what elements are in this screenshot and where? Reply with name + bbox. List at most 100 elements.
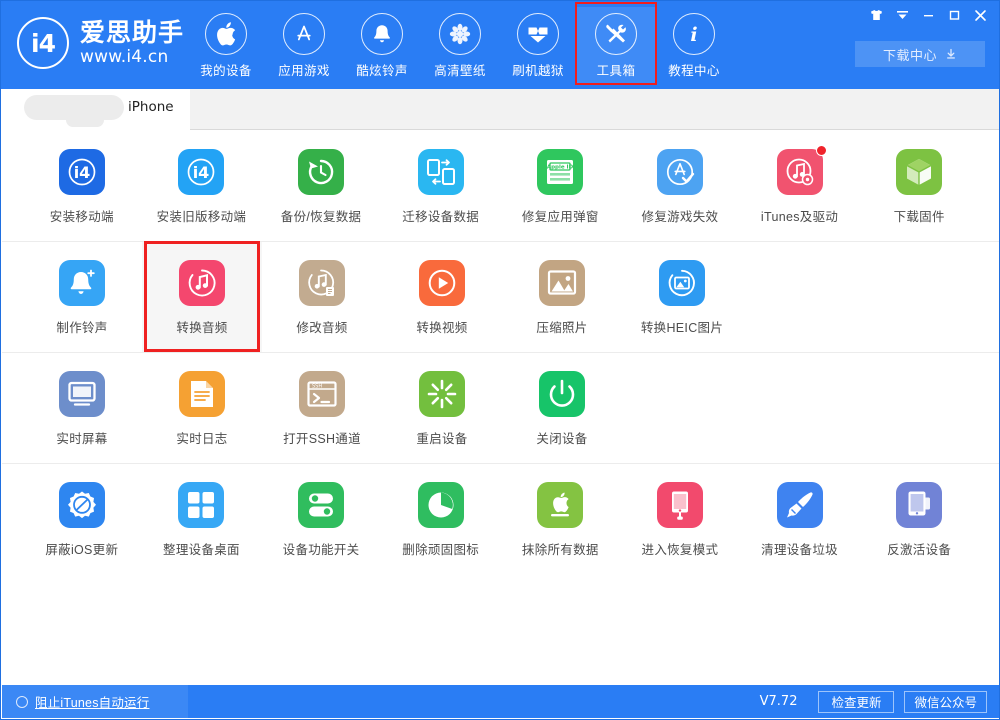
nav-item-info[interactable]: i教程中心 [655, 7, 733, 83]
info-icon: i [673, 13, 715, 55]
tool-clean-junk[interactable]: 清理设备垃圾 [740, 464, 860, 574]
tool-arrange-desktop[interactable]: 整理设备桌面 [142, 464, 262, 574]
tool-deactivate-device[interactable]: 反激活设备 [859, 464, 979, 574]
tool-ssh-terminal[interactable]: SSH打开SSH通道 [262, 353, 382, 463]
tool-i4-app[interactable]: i4安装移动端 [22, 131, 142, 241]
tool-firmware-box[interactable]: 下载固件 [859, 131, 979, 241]
tool-label: 整理设备桌面 [163, 539, 240, 558]
tool-make-ringtone[interactable]: 制作铃声 [22, 242, 142, 352]
tool-live-screen[interactable]: 实时屏幕 [22, 353, 142, 463]
apple-icon [205, 13, 247, 55]
i4-assistant-window: i4 爱思助手 www.i4.cn 我的设备 应用游戏 酷炫铃声高清壁纸刷机越狱 工具… [0, 0, 1000, 720]
tool-label: 安装旧版移动端 [157, 206, 247, 225]
tool-convert-heic[interactable]: 转换HEIC图片 [622, 242, 742, 352]
tool-label: 压缩照片 [536, 317, 587, 336]
tool-delete-icon[interactable]: 删除顽固图标 [381, 464, 501, 574]
tool-appstore-fix[interactable]: 修复游戏失效 [620, 131, 740, 241]
tool-erase-all-data[interactable]: 抹除所有数据 [501, 464, 621, 574]
block-itunes-toggle[interactable]: 阻止iTunes自动运行 [2, 685, 188, 718]
window-controls [863, 4, 993, 26]
status-bar-right: V7.72 检查更新 微信公众号 [760, 691, 999, 713]
nav-item-label: 我的设备 [200, 60, 252, 79]
tool-row: 制作铃声转换音频 修改音频转换视频压缩照片 转换HEIC图片 [2, 242, 999, 353]
nav-item-tools[interactable]: 工具箱 [577, 7, 655, 83]
tool-label: 备份/恢复数据 [281, 206, 362, 225]
tool-migrate-device[interactable]: 迁移设备数据 [381, 131, 501, 241]
nav-item-box-open[interactable]: 刷机越狱 [499, 7, 577, 83]
tool-label: 修复游戏失效 [642, 206, 719, 225]
tool-convert-audio[interactable]: 转换音频 [142, 242, 262, 352]
download-center-button[interactable]: 下载中心 [855, 41, 985, 67]
app-title: 爱思助手 [80, 21, 184, 46]
app-header: i4 爱思助手 www.i4.cn 我的设备 应用游戏 酷炫铃声高清壁纸刷机越狱 工具… [1, 1, 999, 89]
tool-block-ios-update[interactable]: 屏蔽iOS更新 [22, 464, 142, 574]
svg-text:SSH: SSH [312, 384, 322, 390]
i4-app-old-icon: i4 [178, 149, 224, 195]
feature-toggle-icon [298, 482, 344, 528]
box-open-icon [517, 13, 559, 55]
appstore-icon [283, 13, 325, 55]
tool-row: 实时屏幕 实时日志SSH打开SSH通道重启设备关闭设备 [2, 353, 999, 464]
svg-text:i: i [690, 24, 697, 46]
tool-label: 修复应用弹窗 [522, 206, 599, 225]
notification-badge [816, 145, 827, 156]
app-logo: i4 爱思助手 www.i4.cn [17, 17, 184, 69]
tool-edit-audio[interactable]: 修改音频 [262, 242, 382, 352]
tool-label: 安装移动端 [50, 206, 114, 225]
tool-reboot-device[interactable]: 重启设备 [382, 353, 502, 463]
nav-item-label: 应用游戏 [278, 60, 330, 79]
nav-item-appstore[interactable]: 应用游戏 [265, 7, 343, 83]
tool-label: 迁移设备数据 [402, 206, 479, 225]
tool-apple-id-card[interactable]: Apple ID修复应用弹窗 [501, 131, 621, 241]
maximize-icon[interactable] [941, 4, 967, 26]
make-ringtone-icon [59, 260, 105, 306]
skin-icon[interactable] [863, 4, 889, 26]
recovery-mode-icon [657, 482, 703, 528]
nav-item-label: 工具箱 [597, 60, 636, 79]
wechat-button[interactable]: 微信公众号 [904, 691, 987, 713]
bell-icon [361, 13, 403, 55]
app-url: www.i4.cn [80, 49, 184, 66]
tool-label: 设备功能开关 [283, 539, 360, 558]
check-update-button[interactable]: 检查更新 [818, 691, 894, 713]
power-off-icon [539, 371, 585, 417]
tool-label: 转换音频 [176, 317, 227, 336]
tool-label: 清理设备垃圾 [761, 539, 838, 558]
tool-power-off[interactable]: 关闭设备 [502, 353, 622, 463]
tool-itunes-driver[interactable]: iTunes及驱动 [740, 131, 860, 241]
ssh-terminal-icon: SSH [299, 371, 345, 417]
tool-backup-restore[interactable]: 备份/恢复数据 [261, 131, 381, 241]
nav-item-flower[interactable]: 高清壁纸 [421, 7, 499, 83]
version-label: V7.72 [760, 694, 798, 709]
tool-label: 实时屏幕 [56, 428, 107, 447]
tool-label: 转换HEIC图片 [641, 317, 723, 336]
minimize-icon[interactable] [915, 4, 941, 26]
chevron-down-icon[interactable] [889, 4, 915, 26]
nav-item-label: 刷机越狱 [512, 60, 564, 79]
toolbox-content: i4安装移动端 i4 安装旧版移动端 备份/恢复数据 迁移设备数据 Apple ID修复应… [2, 131, 999, 685]
nav-item-label: 酷炫铃声 [356, 60, 408, 79]
tool-i4-app-old[interactable]: i4 安装旧版移动端 [142, 131, 262, 241]
tool-recovery-mode[interactable]: 进入恢复模式 [620, 464, 740, 574]
device-name-redacted [24, 95, 124, 120]
radio-icon[interactable] [16, 696, 28, 708]
convert-heic-icon [659, 260, 705, 306]
nav-item-bell[interactable]: 酷炫铃声 [343, 7, 421, 83]
clean-junk-icon [777, 482, 823, 528]
tab-iphone[interactable]: iPhone [2, 89, 190, 131]
svg-text:i4: i4 [193, 163, 210, 182]
main-nav: 我的设备 应用游戏 酷炫铃声高清壁纸刷机越狱 工具箱 i教程中心 [187, 7, 733, 83]
device-tabstrip: iPhone [2, 89, 999, 131]
tool-live-log[interactable]: 实时日志 [142, 353, 262, 463]
tool-feature-toggle[interactable]: 设备功能开关 [261, 464, 381, 574]
tool-convert-video[interactable]: 转换视频 [382, 242, 502, 352]
download-arrow-icon [945, 48, 957, 60]
appstore-fix-icon [657, 149, 703, 195]
arrange-desktop-icon [178, 482, 224, 528]
nav-item-apple[interactable]: 我的设备 [187, 7, 265, 83]
tool-compress-photo[interactable]: 压缩照片 [502, 242, 622, 352]
migrate-device-icon [418, 149, 464, 195]
close-icon[interactable] [967, 4, 993, 26]
tool-row: i4安装移动端 i4 安装旧版移动端 备份/恢复数据 迁移设备数据 Apple ID修复应… [2, 131, 999, 242]
tool-row: 屏蔽iOS更新整理设备桌面 设备功能开关 删除顽固图标抹除所有数据进入恢复模式清理设… [2, 464, 999, 574]
